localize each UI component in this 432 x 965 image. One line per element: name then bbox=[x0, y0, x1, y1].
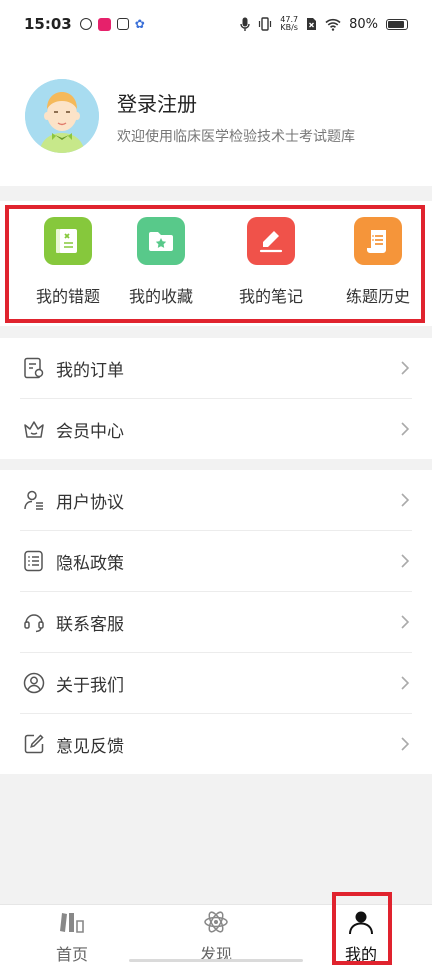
quick-label: 我的错题 bbox=[35, 287, 100, 306]
menu-item-about-us[interactable]: 关于我们 bbox=[20, 653, 412, 714]
app-notification-icon bbox=[79, 18, 92, 30]
menu-label: 我的订单 bbox=[56, 360, 124, 381]
menu-item-orders[interactable]: 我的订单 bbox=[20, 338, 412, 399]
battery-icon bbox=[386, 18, 408, 30]
menu-group-info: 用户协议 隐私政策 联系客服 关于我们 意见反馈 bbox=[0, 470, 432, 774]
scroll-list-icon bbox=[354, 217, 402, 265]
tab-discover[interactable]: 发现 bbox=[171, 909, 261, 965]
vibrate-icon bbox=[259, 17, 272, 31]
menu-label: 用户协议 bbox=[56, 492, 124, 513]
battery-percent: 80% bbox=[349, 16, 378, 32]
home-indicator bbox=[129, 959, 303, 962]
menu-label: 隐私政策 bbox=[56, 553, 124, 574]
menu-item-customer-service[interactable]: 联系客服 bbox=[20, 592, 412, 653]
menu-label: 关于我们 bbox=[56, 675, 124, 696]
highlight-frame bbox=[332, 892, 392, 965]
message-notification-icon bbox=[97, 17, 111, 31]
books-icon bbox=[60, 913, 84, 933]
chevron-right-icon bbox=[401, 361, 410, 375]
menu-item-privacy-policy[interactable]: 隐私政策 bbox=[20, 531, 412, 592]
status-bar: 15:03 ✿ 47.7 KB/s 80% bbox=[0, 0, 432, 48]
menu-label: 联系客服 bbox=[56, 614, 124, 635]
avatar-boy-icon bbox=[25, 79, 99, 153]
status-left: 15:03 ✿ bbox=[24, 15, 145, 33]
mic-icon bbox=[240, 17, 250, 31]
tab-label: 首页 bbox=[55, 945, 88, 964]
quick-actions: 我的错题 我的收藏 我的笔记 练题历史 bbox=[0, 201, 432, 326]
flower-notification-icon: ✿ bbox=[134, 17, 145, 31]
menu-item-feedback[interactable]: 意见反馈 bbox=[20, 714, 412, 774]
book-x-icon bbox=[44, 217, 92, 265]
no-sim-icon bbox=[307, 18, 317, 30]
status-time: 15:03 bbox=[24, 15, 72, 33]
user-agreement-icon bbox=[22, 488, 46, 512]
star-folder-icon bbox=[137, 217, 185, 265]
login-register-link[interactable]: 登录注册 bbox=[117, 88, 197, 117]
chevron-right-icon bbox=[401, 615, 410, 629]
menu-group-account: 我的订单 会员中心 bbox=[0, 338, 432, 459]
policy-list-icon bbox=[22, 549, 46, 573]
edit-feedback-icon bbox=[22, 732, 46, 756]
quick-label: 我的笔记 bbox=[238, 287, 303, 306]
atom-icon bbox=[204, 911, 228, 933]
tab-home[interactable]: 首页 bbox=[27, 909, 117, 965]
menu-item-membership[interactable]: 会员中心 bbox=[20, 399, 412, 459]
box-notification-icon bbox=[116, 18, 129, 30]
menu-label: 会员中心 bbox=[56, 421, 124, 442]
menu-label: 意见反馈 bbox=[56, 736, 124, 757]
quick-notes[interactable]: 我的笔记 bbox=[221, 217, 321, 307]
chevron-right-icon bbox=[401, 493, 410, 507]
chevron-right-icon bbox=[401, 554, 410, 568]
menu-item-user-agreement[interactable]: 用户协议 bbox=[20, 470, 412, 531]
welcome-subtitle: 欢迎使用临床医学检验技术士考试题库 bbox=[117, 129, 355, 145]
user-circle-icon bbox=[22, 671, 46, 695]
quick-favorites[interactable]: 我的收藏 bbox=[111, 217, 211, 307]
headset-icon bbox=[22, 610, 46, 634]
network-speed-unit: KB/s bbox=[280, 23, 298, 32]
quick-practice-history[interactable]: 练题历史 bbox=[328, 217, 428, 307]
pencil-icon bbox=[247, 217, 295, 265]
network-speed: 47.7 KB/s bbox=[280, 16, 298, 32]
notification-icons: ✿ bbox=[79, 17, 145, 31]
chevron-right-icon bbox=[401, 676, 410, 690]
quick-wrong-questions[interactable]: 我的错题 bbox=[18, 217, 118, 307]
bottom-tab-bar: 首页 发现 我的 bbox=[0, 892, 432, 965]
chevron-right-icon bbox=[401, 737, 410, 751]
order-icon bbox=[22, 356, 46, 380]
crown-icon bbox=[22, 417, 46, 441]
wifi-icon bbox=[325, 18, 341, 31]
profile-header[interactable]: 登录注册 欢迎使用临床医学检验技术士考试题库 bbox=[0, 48, 432, 186]
avatar[interactable] bbox=[25, 79, 99, 153]
quick-label: 我的收藏 bbox=[128, 287, 193, 306]
chevron-right-icon bbox=[401, 422, 410, 436]
quick-label: 练题历史 bbox=[345, 287, 410, 306]
status-right: 47.7 KB/s 80% bbox=[240, 16, 408, 32]
